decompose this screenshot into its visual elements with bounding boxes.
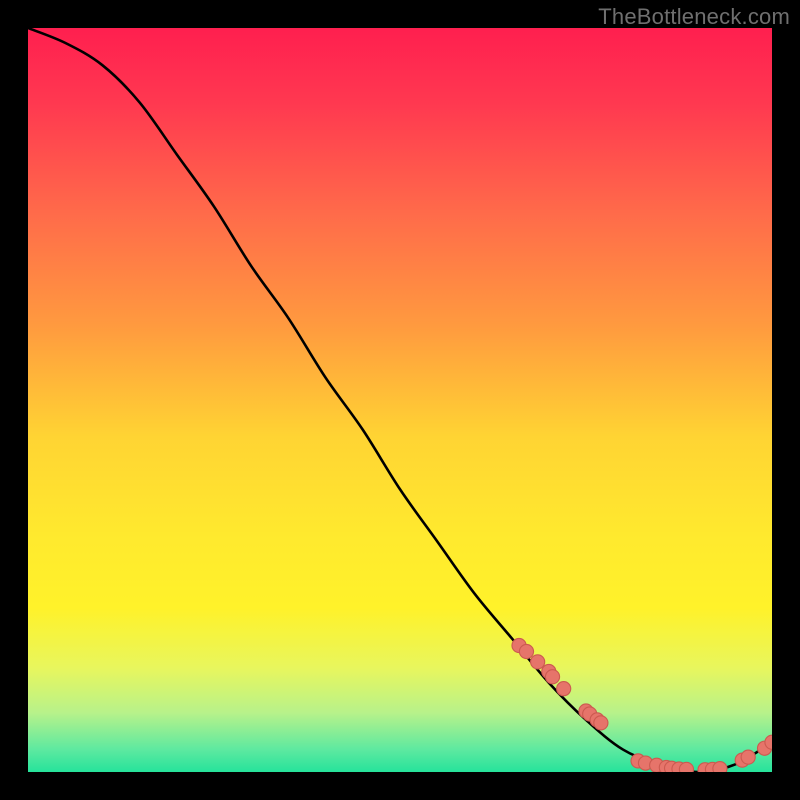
highlight-dot bbox=[519, 644, 533, 658]
bottleneck-curve bbox=[28, 28, 772, 772]
highlight-dot bbox=[531, 655, 545, 669]
curve-layer bbox=[28, 28, 772, 772]
highlight-dot bbox=[594, 716, 608, 730]
highlight-dot bbox=[557, 682, 571, 696]
highlight-dot bbox=[679, 762, 693, 772]
highlight-dot bbox=[713, 762, 727, 772]
highlight-dots-lower bbox=[631, 735, 772, 772]
highlight-dot bbox=[545, 670, 559, 684]
highlight-dot bbox=[741, 750, 755, 764]
highlight-dots-upper bbox=[512, 638, 608, 730]
watermark-text: TheBottleneck.com bbox=[598, 4, 790, 30]
chart-frame: TheBottleneck.com bbox=[0, 0, 800, 800]
plot-area bbox=[28, 28, 772, 772]
